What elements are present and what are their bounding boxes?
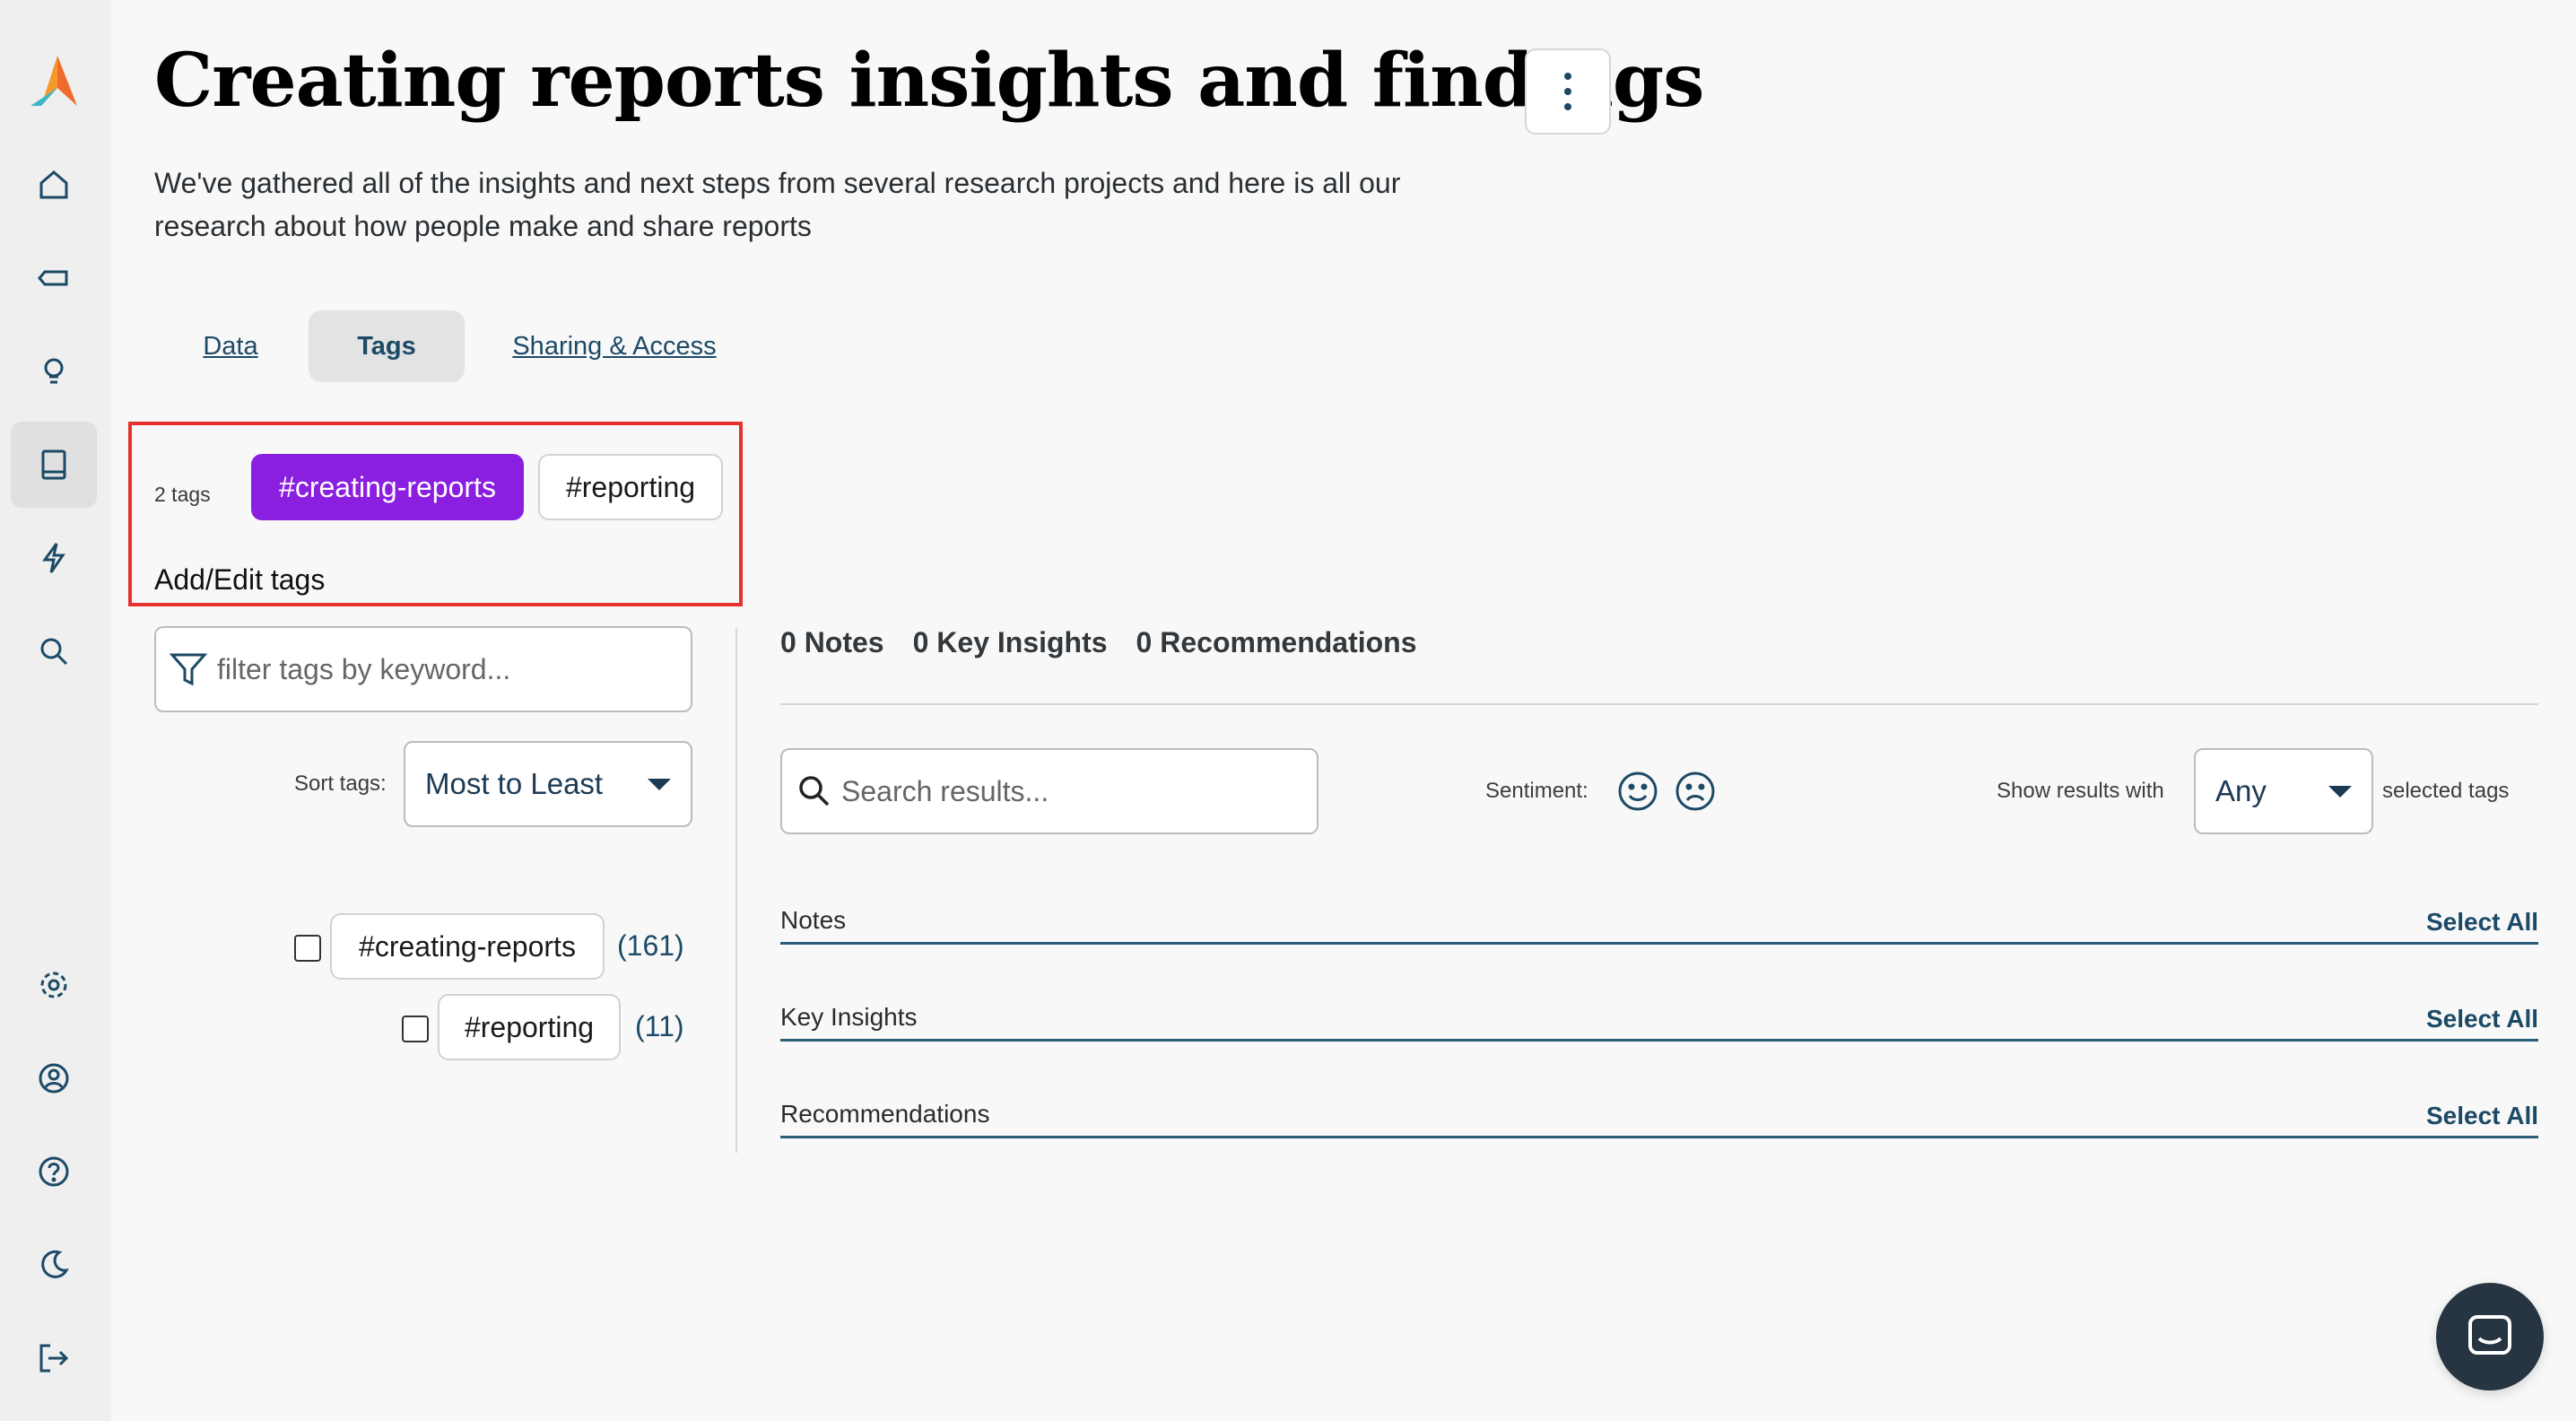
- results-stats: 0 Notes 0 Key Insights 0 Recommendations: [780, 626, 1417, 659]
- tag-list-chip-reporting[interactable]: #reporting: [438, 994, 621, 1060]
- recommendations-section-underline: [780, 1136, 2538, 1138]
- lightbulb-icon[interactable]: [11, 328, 97, 414]
- user-profile-icon[interactable]: [11, 1035, 97, 1121]
- help-icon[interactable]: [11, 1129, 97, 1215]
- chevron-down-icon: [2328, 785, 2352, 798]
- logout-icon[interactable]: [11, 1315, 97, 1401]
- page-title: Creating reports insights and findings: [154, 38, 1704, 124]
- sidebar: [0, 0, 111, 1421]
- key-insights-section-label: Key Insights: [780, 1003, 918, 1031]
- positive-sentiment-icon[interactable]: [1616, 770, 1659, 813]
- tag-list-chip-creating-reports[interactable]: #creating-reports: [330, 913, 605, 980]
- key-insights-count: 0 Key Insights: [912, 626, 1108, 658]
- tag-checkbox-creating-reports[interactable]: [294, 935, 321, 962]
- search-icon: [799, 776, 830, 806]
- gear-icon[interactable]: [11, 942, 97, 1028]
- tag-filter-input[interactable]: filter tags by keyword...: [154, 626, 692, 712]
- filter-funnel-icon: [169, 653, 208, 686]
- key-insights-select-all-button[interactable]: Select All: [2426, 1005, 2538, 1033]
- sort-tags-select[interactable]: Most to Least: [404, 741, 692, 827]
- search-results-input[interactable]: Search results...: [780, 748, 1318, 834]
- tab-tags[interactable]: Tags: [309, 310, 465, 382]
- tag-count-reporting: (11): [635, 1010, 684, 1042]
- add-edit-tags-link[interactable]: Add/Edit tags: [154, 563, 325, 597]
- notes-count: 0 Notes: [780, 626, 884, 658]
- sentiment-label: Sentiment:: [1485, 779, 1588, 803]
- more-options-button[interactable]: [1525, 48, 1611, 135]
- sort-tags-label: Sort tags:: [294, 772, 387, 796]
- chevron-down-icon: [648, 778, 671, 790]
- chat-launcher-button[interactable]: [2436, 1283, 2544, 1390]
- tag-count-creating-reports: (161): [617, 929, 684, 962]
- negative-sentiment-icon[interactable]: [1674, 770, 1717, 813]
- sort-tags-value: Most to Least: [425, 767, 604, 800]
- app-logo[interactable]: [27, 52, 84, 109]
- show-results-select[interactable]: Any: [2194, 748, 2373, 834]
- dark-mode-moon-icon[interactable]: [11, 1222, 97, 1308]
- tag-nav-icon[interactable]: [11, 235, 97, 321]
- stats-divider: [780, 703, 2538, 705]
- key-insights-section-underline: [780, 1039, 2538, 1042]
- search-results-placeholder: Search results...: [841, 774, 1049, 807]
- search-nav-icon[interactable]: [11, 608, 97, 694]
- notes-select-all-button[interactable]: Select All: [2426, 908, 2538, 937]
- home-icon[interactable]: [11, 142, 97, 228]
- tag-count-label: 2 tags: [154, 483, 211, 506]
- tag-chip-creating-reports[interactable]: #creating-reports: [251, 454, 524, 520]
- show-results-label: Show results with: [1997, 779, 2164, 803]
- tab-data[interactable]: Data: [188, 310, 273, 382]
- recommendations-count: 0 Recommendations: [1136, 626, 1417, 658]
- lightning-icon[interactable]: [11, 515, 97, 601]
- kebab-menu-icon: [1564, 73, 1571, 110]
- panel-divider: [735, 628, 737, 1153]
- show-results-value: Any: [2215, 774, 2267, 807]
- notes-section-underline: [780, 942, 2538, 945]
- tag-filter-placeholder: filter tags by keyword...: [217, 652, 511, 685]
- tag-chip-reporting[interactable]: #reporting: [538, 454, 723, 520]
- chat-bubble-icon: [2468, 1315, 2511, 1355]
- recommendations-select-all-button[interactable]: Select All: [2426, 1102, 2538, 1130]
- book-icon[interactable]: [11, 422, 97, 508]
- page-description: We've gathered all of the insights and n…: [154, 167, 1401, 242]
- notes-section-label: Notes: [780, 906, 847, 934]
- recommendations-section-label: Recommendations: [780, 1100, 990, 1128]
- selected-tags-label: selected tags: [2382, 779, 2510, 803]
- tag-checkbox-reporting[interactable]: [402, 1016, 429, 1042]
- tab-sharing-access[interactable]: Sharing & Access: [504, 310, 725, 382]
